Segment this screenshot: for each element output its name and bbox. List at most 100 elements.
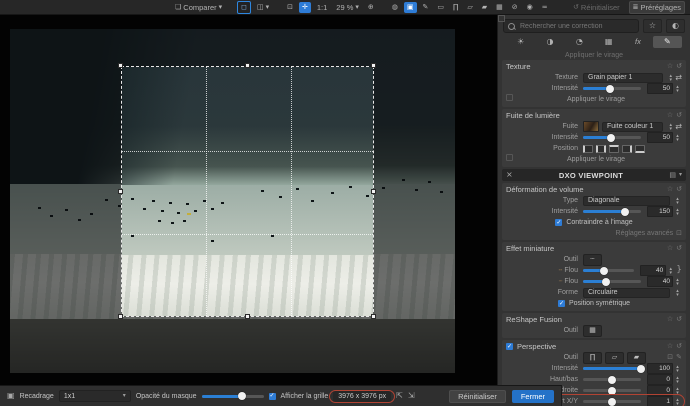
perspective-tool-button[interactable]: ▱ [464,2,475,13]
crop-selection[interactable] [121,66,374,317]
close-crop-button[interactable]: Fermer [512,390,554,403]
volume-intensity-stepper[interactable]: ▴ ▾ [673,208,682,216]
reshape-tool-button[interactable]: ▦ [493,2,506,13]
tab-detail[interactable]: ◔ [565,36,594,48]
reset-icon[interactable]: ↺ [676,186,682,193]
brush-tool-button[interactable]: ▭ [434,2,447,13]
star-icon[interactable]: ☆ [667,343,673,350]
active-corrections-toggle[interactable]: ◐ [666,19,685,33]
search-input[interactable] [518,22,634,31]
horizon-tool-button[interactable]: ≂ [539,2,551,13]
star-icon[interactable]: ☆ [667,112,673,119]
zoom-1-1-button[interactable]: 1:1 [314,2,330,13]
crop-handle-top-left[interactable] [118,63,123,68]
xy-ratio-stepper[interactable]: ▴ ▾ [673,398,682,406]
xy-ratio-slider[interactable] [583,400,641,403]
tab-local-tools[interactable]: ✎ [653,36,682,48]
symmetric-position-checkbox[interactable]: ✓ [558,300,565,307]
crop-handle-mid-left[interactable] [118,189,123,194]
draw-lines-icon[interactable]: ✎ [676,354,682,361]
zoom-in-button[interactable]: ⊕ [365,2,377,13]
light-leak-apply-toning-checkbox[interactable] [506,154,513,161]
light-leak-intensity-slider[interactable] [583,136,641,139]
reset-icon[interactable]: ↺ [676,316,682,323]
volume-intensity-slider[interactable] [583,210,641,213]
crop-handle-bottom-center[interactable] [245,314,250,319]
crop-handle-top-right[interactable] [371,63,376,68]
crop-tool-button[interactable]: ▣ [404,2,417,13]
force-parallel-button[interactable]: ∏ [583,352,602,364]
light-leak-dropdown[interactable]: Fuite couleur 1 [602,122,663,132]
close-icon[interactable]: × [506,171,513,179]
miniature-tool-button[interactable]: ┄ [583,254,602,266]
texture-intensity-slider[interactable] [583,87,641,90]
miniature-blur-far-slider[interactable] [583,280,641,283]
perspective-8pt-tool-button[interactable]: ▰ [479,2,490,13]
eight-points-tool-button[interactable]: ▰ [627,352,646,364]
shuffle-icon[interactable]: ⇄ [675,74,682,82]
miniature-blur-near-slider[interactable] [583,269,634,272]
constrain-to-image-checkbox[interactable]: ✓ [555,219,562,226]
reshape-enable-checkbox[interactable] [498,15,505,22]
reset-icon[interactable]: ↺ [676,112,682,119]
leftright-value[interactable]: 0 [647,385,673,396]
position-bottom-button[interactable] [635,145,645,153]
viewpoint-palette-header[interactable]: × DXO VIEWPOINT ▤ ▾ [502,169,686,181]
texture-apply-toning-checkbox[interactable] [506,94,513,101]
texture-type-dropdown[interactable]: Grain papier 1 [583,73,663,83]
miniature-blur-far-value[interactable]: 40 [647,276,673,287]
position-top-button[interactable] [609,145,619,153]
crop-handle-top-center[interactable] [245,63,250,68]
star-icon[interactable]: ☆ [667,316,673,323]
light-leak-intensity-stepper[interactable]: ▴ ▾ [673,134,682,142]
tab-effects[interactable]: fx [623,36,652,48]
updown-slider[interactable] [583,378,641,381]
position-right-button[interactable] [622,145,632,153]
panel-menu-icon[interactable]: ▤ [669,172,676,179]
mask-opacity-slider[interactable] [202,395,264,398]
image-canvas[interactable] [0,15,497,385]
link-sliders-icon[interactable]: } [676,266,682,275]
perspective-enable-checkbox[interactable]: ✓ [506,343,513,350]
star-icon[interactable]: ☆ [667,186,673,193]
tab-color[interactable]: ◑ [535,36,564,48]
tab-light[interactable]: ☀ [506,36,535,48]
texture-intensity-value[interactable]: 50 [647,83,673,94]
volume-intensity-value[interactable]: 150 [647,206,673,217]
clip-tool-button[interactable]: ⊘ [509,2,521,13]
aspect-ratio-dropdown[interactable]: 1x1 ▾ [59,390,131,402]
favorites-filter-button[interactable]: ☆ [643,19,662,33]
hand-tool-button[interactable]: ◍ [389,2,401,13]
volume-type-dropdown[interactable]: Diagonale [583,196,670,206]
reset-icon[interactable]: ↺ [676,343,682,350]
position-left-button[interactable] [583,145,593,153]
xy-ratio-value[interactable]: 1 [647,396,673,406]
reshape-grid-tool-button[interactable]: ▦ [583,325,602,337]
compare-button[interactable]: ❏ Comparer ▾ [172,2,225,13]
light-leak-intensity-value[interactable]: 50 [647,132,673,143]
preview-toggle-button[interactable]: ◉ [524,2,536,13]
shuffle-icon[interactable]: ⇄ [675,123,682,131]
position-sides-button[interactable] [596,145,606,153]
light-leak-stepper[interactable]: ▴ ▾ [666,123,675,131]
leftright-slider[interactable] [583,389,641,392]
updown-stepper[interactable]: ▴ ▾ [673,376,682,384]
force-parallel-tool-button[interactable]: ∏ [450,2,461,13]
split-view-button[interactable]: ◫ ▾ [254,2,272,13]
miniature-shape-stepper[interactable]: ▴ ▾ [673,289,682,297]
eyedropper-tool-button[interactable]: ✎ [420,2,432,13]
miniature-shape-dropdown[interactable]: Circulaire [583,288,670,298]
texture-type-stepper[interactable]: ▴ ▾ [666,74,675,82]
fit-screen-button[interactable]: ⊡ [284,2,296,13]
chevron-down-icon[interactable]: ▾ [679,172,682,178]
rectangle-tool-button[interactable]: ▱ [605,352,624,364]
texture-intensity-stepper[interactable]: ▴ ▾ [673,85,682,93]
perspective-intensity-value[interactable]: 100 [647,363,673,374]
volume-advanced-settings[interactable]: Réglages avancés ⊡ [506,228,682,238]
single-view-button[interactable]: ◻ [237,1,251,14]
miniature-blur-near-value[interactable]: 40 [640,265,666,276]
reset-icon[interactable]: ↺ [676,63,682,70]
show-grid-checkbox[interactable]: ✓ [269,393,276,400]
tab-grain[interactable]: ▦ [594,36,623,48]
star-icon[interactable]: ☆ [667,245,673,252]
